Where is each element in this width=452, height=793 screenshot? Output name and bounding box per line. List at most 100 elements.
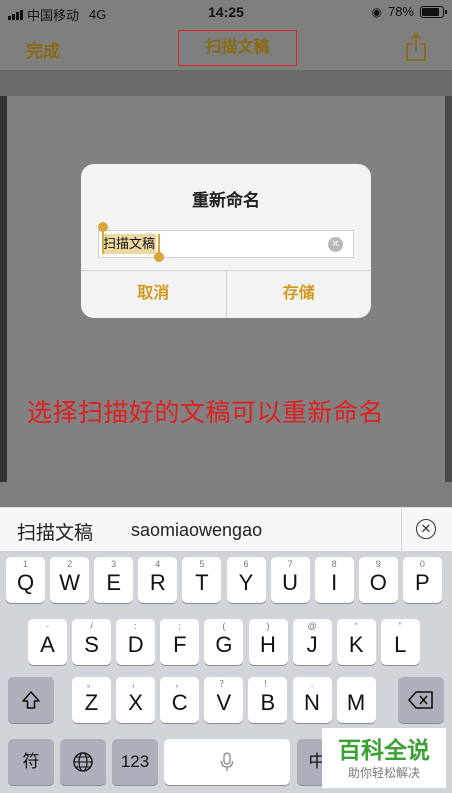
key-letter: F (173, 632, 187, 657)
nav-title: 扫描文稿 (178, 30, 297, 66)
watermark-subtitle: 助你轻松解决 (347, 766, 420, 780)
key-i[interactable]: 8I (314, 557, 354, 603)
key-w[interactable]: 2W (50, 557, 90, 603)
key-alt-char: 8 (331, 559, 337, 569)
key-letter: C (171, 690, 188, 715)
key-z[interactable]: 。 Z (72, 677, 111, 723)
key-letter: Y (238, 570, 254, 595)
shift-icon (22, 691, 40, 709)
key-v[interactable]: ？ V (204, 677, 244, 723)
key-u[interactable]: 7U (270, 557, 310, 603)
key-h[interactable]: ) H (248, 619, 288, 665)
key-alt-char: ( (222, 621, 226, 631)
globe-icon (73, 752, 93, 772)
key-alt-char: ！ (263, 679, 273, 689)
key-alt-char: “ (354, 621, 358, 631)
key-letter: L (394, 632, 407, 657)
key-alt-char: 、 (175, 679, 185, 689)
globe-key[interactable] (60, 739, 106, 785)
symbol-key[interactable]: 符 (8, 739, 54, 785)
key-r[interactable]: 4R (138, 557, 178, 603)
key-alt-char: ; (178, 621, 182, 631)
clear-text-icon[interactable]: ✕ (328, 237, 343, 252)
key-f[interactable]: ; F (160, 619, 200, 665)
key-y[interactable]: 6Y (226, 557, 266, 603)
key-m[interactable]: M (336, 677, 376, 723)
dismiss-candidates-button[interactable]: ✕ (401, 508, 452, 552)
key-n[interactable]: .N (292, 677, 332, 723)
orientation-lock-icon: ◉ (371, 4, 382, 19)
key-alt-char: 。 (86, 679, 96, 689)
key-letter: I (331, 570, 338, 595)
key-letter: V (216, 690, 232, 715)
key-e[interactable]: 3E (94, 557, 134, 603)
key-letter: Z (84, 690, 99, 715)
key-alt-char: ” (398, 621, 402, 631)
rename-dialog: 重新命名 扫描文稿 ✕ 取消 存储 (81, 164, 371, 318)
key-l[interactable]: ” L (380, 619, 420, 665)
key-letter: Q (16, 570, 35, 595)
cancel-button[interactable]: 取消 (81, 271, 226, 318)
key-alt-char: 9 (375, 559, 381, 569)
key-g[interactable]: (G (204, 619, 244, 665)
key-alt-char: 0 (419, 559, 425, 569)
key-d[interactable]: :D (116, 619, 156, 665)
key-letter: X (128, 690, 143, 715)
pinyin-input[interactable]: saomiaowengao (131, 520, 262, 541)
key-j[interactable]: @ J (292, 619, 332, 665)
key-alt-char: ， (131, 679, 141, 689)
key-alt-char: 7 (287, 559, 293, 569)
battery-percent: 78% (387, 4, 414, 19)
number-key[interactable]: 123 (112, 739, 158, 785)
microphone-icon (220, 752, 234, 771)
dialog-title: 重新命名 (192, 191, 260, 210)
key-letter: D (127, 632, 144, 657)
key-alt-char: : (134, 621, 137, 631)
key-alt-char: 2 (67, 559, 73, 569)
key-b[interactable]: ！ B (248, 677, 288, 723)
key-alt-char: ？ (219, 679, 229, 689)
key-letter: S (84, 632, 99, 657)
document-edge-right (445, 96, 452, 482)
space-key[interactable] (164, 739, 290, 785)
selection-handle-start[interactable] (98, 222, 108, 232)
key-s[interactable]: / S (72, 619, 112, 665)
key-q[interactable]: 1Q (6, 557, 45, 603)
key-alt-char: 5 (199, 559, 205, 569)
document-edge-left (0, 96, 7, 482)
key-o[interactable]: 9O (358, 557, 398, 603)
key-alt-char: - (46, 621, 49, 631)
key-alt-char: @ (307, 621, 317, 631)
backspace-icon (408, 691, 433, 709)
shift-key[interactable] (8, 677, 54, 723)
key-letter: R (149, 570, 166, 595)
close-icon: ✕ (416, 519, 436, 539)
key-letter: W (59, 570, 80, 595)
key-t[interactable]: 5T (182, 557, 222, 603)
share-icon[interactable] (404, 32, 428, 62)
key-a[interactable]: -A (28, 619, 67, 665)
done-button[interactable]: 完成 (26, 37, 60, 62)
key-letter: P (415, 570, 430, 595)
symbol-key-label: 符 (22, 752, 40, 771)
annotation-caption: 选择扫描好的文稿可以重新命名 (27, 398, 385, 427)
key-k[interactable]: “K (336, 619, 376, 665)
key-c[interactable]: 、 C (160, 677, 200, 723)
toolbar-band (0, 70, 452, 96)
key-letter: N (304, 690, 320, 715)
key-x[interactable]: ， X (116, 677, 156, 723)
key-letter: O (369, 570, 387, 595)
key-p[interactable]: 0P (402, 557, 442, 603)
selected-text[interactable]: 扫描文稿 (102, 234, 157, 254)
key-letter: B (260, 690, 276, 715)
candidate-word[interactable]: 扫描文稿 (17, 518, 93, 545)
selection-handle-end[interactable] (154, 252, 164, 262)
backspace-key[interactable] (398, 677, 444, 723)
key-letter: J (306, 632, 318, 657)
battery-icon (420, 5, 447, 18)
key-letter: A (40, 632, 55, 657)
save-button[interactable]: 存储 (225, 271, 372, 318)
key-alt-char: 1 (22, 559, 28, 569)
key-letter: E (106, 570, 122, 595)
rename-input[interactable]: 扫描文稿 ✕ (98, 230, 354, 258)
